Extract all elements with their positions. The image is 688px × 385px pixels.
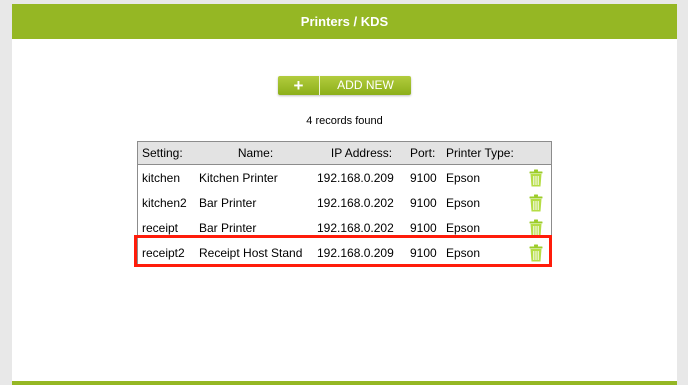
cell-type: Epson bbox=[446, 170, 481, 185]
cell-setting: receipt2 bbox=[142, 245, 185, 260]
cell-port: 9100 bbox=[410, 195, 437, 210]
page-title: Printers / KDS bbox=[300, 14, 389, 29]
cell-name: Kitchen Printer bbox=[199, 170, 278, 185]
table-row[interactable]: kitchen Kitchen Printer 192.168.0.209 91… bbox=[138, 165, 551, 190]
footer-bar bbox=[12, 381, 677, 385]
cell-name: Receipt Host Stand bbox=[199, 245, 303, 260]
column-header-setting: Setting: bbox=[142, 146, 183, 160]
delete-button[interactable] bbox=[522, 219, 549, 237]
trash-icon bbox=[529, 194, 542, 211]
delete-button[interactable] bbox=[522, 194, 549, 212]
table-row[interactable]: kitchen2 Bar Printer 192.168.0.202 9100 … bbox=[138, 190, 551, 215]
table-header: Setting: Name: IP Address: Port: Printer… bbox=[138, 142, 551, 165]
cell-port: 9100 bbox=[410, 245, 437, 260]
trash-icon bbox=[529, 244, 542, 261]
cell-type: Epson bbox=[446, 220, 481, 235]
cell-type: Epson bbox=[446, 245, 481, 260]
table-row[interactable]: receipt2 Receipt Host Stand 192.168.0.20… bbox=[138, 240, 551, 265]
column-header-ip: IP Address: bbox=[330, 146, 393, 160]
cell-setting: receipt bbox=[142, 220, 179, 235]
add-new-label: ADD NEW bbox=[320, 76, 411, 95]
delete-button[interactable] bbox=[522, 169, 549, 187]
delete-button[interactable] bbox=[522, 244, 549, 262]
cell-ip: 192.168.0.202 bbox=[317, 220, 394, 235]
cell-port: 9100 bbox=[410, 220, 437, 235]
column-header-name: Name: bbox=[237, 146, 274, 160]
records-count: 4 records found bbox=[306, 115, 383, 127]
cell-name: Bar Printer bbox=[199, 195, 257, 210]
page-header: Printers / KDS bbox=[12, 4, 677, 39]
plus-icon: + bbox=[278, 76, 320, 95]
cell-setting: kitchen bbox=[142, 170, 181, 185]
cell-type: Epson bbox=[446, 195, 481, 210]
cell-port: 9100 bbox=[410, 170, 437, 185]
cell-ip: 192.168.0.209 bbox=[317, 245, 394, 260]
add-new-button[interactable]: + ADD NEW bbox=[278, 76, 411, 95]
cell-ip: 192.168.0.209 bbox=[317, 170, 394, 185]
column-header-port: Port: bbox=[410, 146, 436, 160]
printers-table: Setting: Name: IP Address: Port: Printer… bbox=[137, 141, 552, 266]
trash-icon bbox=[529, 219, 542, 236]
printers-panel: Printers / KDS + ADD NEW 4 records found… bbox=[12, 4, 677, 385]
trash-icon bbox=[529, 169, 542, 186]
cell-setting: kitchen2 bbox=[142, 195, 187, 210]
cell-ip: 192.168.0.202 bbox=[317, 195, 394, 210]
cell-name: Bar Printer bbox=[199, 220, 257, 235]
table-row[interactable]: receipt Bar Printer 192.168.0.202 9100 E… bbox=[138, 215, 551, 240]
column-header-type: Printer Type: bbox=[446, 146, 514, 160]
